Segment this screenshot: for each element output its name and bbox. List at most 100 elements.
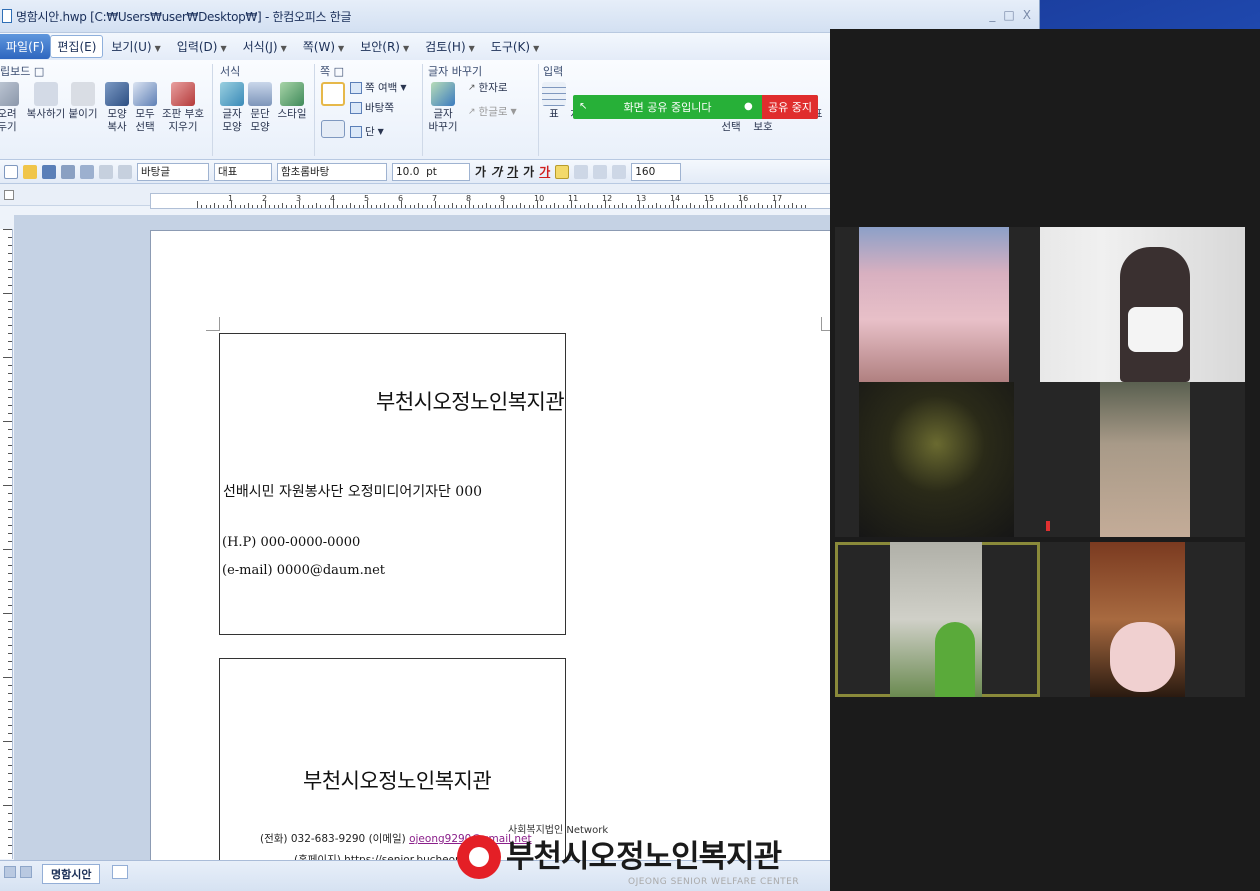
style-button[interactable]: 스타일 [274, 82, 310, 121]
horizontal-ruler[interactable]: 1 2 3 4 5 6 7 8 9 10 11 12 13 14 15 16 17 [150, 193, 840, 209]
vertical-ruler[interactable] [0, 229, 13, 862]
undo-icon[interactable] [99, 164, 113, 179]
ruler-tick [405, 205, 407, 208]
ruler-number: 2 [262, 194, 268, 203]
open-folder-icon[interactable] [23, 164, 37, 179]
participant-tile-6[interactable] [1040, 542, 1245, 697]
ruler-tick [379, 205, 381, 208]
char-shape-button[interactable]: 글자 모양 [217, 82, 247, 134]
line-spacing-combo[interactable]: 160 [631, 162, 682, 181]
ruler-number: 1 [228, 194, 234, 203]
new-tab-button[interactable] [112, 865, 128, 879]
page-margin-button[interactable]: 쪽 여백 ▼ [350, 80, 406, 95]
column-icon-button[interactable] [318, 120, 348, 138]
print-icon[interactable] [61, 164, 75, 179]
select-all-button[interactable]: 모두 선택 [130, 82, 160, 134]
menu-page[interactable]: 쪽(W) ▼ [295, 35, 352, 58]
close-button[interactable]: X [1023, 8, 1031, 22]
ruler-tick [8, 605, 12, 606]
column-layout-icon [321, 120, 345, 138]
document-tab[interactable]: 명함시안 [42, 864, 101, 884]
ruler-number: 15 [704, 194, 715, 203]
to-hanja-button[interactable]: ↗ 한자로 [468, 80, 508, 95]
cut-button[interactable]: 오려 두기 [0, 82, 22, 134]
align-justify-icon[interactable] [555, 164, 570, 179]
participant-tile-4[interactable] [1040, 382, 1245, 537]
font-size-value: 10.0 [396, 165, 420, 178]
shape-copy-button[interactable]: 모양 복사 [102, 82, 132, 134]
style-combo[interactable]: 바탕글 [137, 162, 209, 181]
ruler-tick [8, 309, 12, 310]
erase-marks-button[interactable]: 조판 부호 지우기 [160, 82, 206, 134]
ruler-tick [456, 205, 458, 208]
align-right-icon[interactable] [612, 164, 627, 179]
participant-tile-1[interactable] [835, 227, 1040, 382]
ruler-toggle-button[interactable] [4, 189, 14, 200]
align-center-icon[interactable] [593, 164, 608, 179]
ruler-tick [8, 405, 12, 406]
menu-view[interactable]: 보기(U) ▼ [103, 35, 168, 58]
char-shape-icon [220, 82, 244, 106]
background-page-button[interactable]: 바탕쪽 [350, 100, 394, 115]
align-left-icon[interactable] [574, 164, 589, 179]
font-combo[interactable]: 함초롬바탕 [277, 162, 387, 181]
stop-share-button[interactable]: 공유 중지 [762, 95, 818, 119]
maximize-button[interactable]: □ [1003, 8, 1014, 22]
ruler-tick [8, 821, 12, 822]
to-hangul-button[interactable]: ↗ 한글로 ▼ [468, 104, 517, 119]
menu-review[interactable]: 검토(H) ▼ [417, 35, 483, 58]
language-combo[interactable]: 대표 [214, 162, 272, 181]
ruler-tick [3, 677, 12, 678]
menu-tools[interactable]: 도구(K) ▼ [483, 35, 547, 58]
underline-button[interactable]: 가 [507, 163, 518, 180]
column-button[interactable]: 단 ▼ [350, 124, 384, 139]
prev-tab-button[interactable] [4, 866, 16, 878]
screen-share-banner: ↖ 화면 공유 중입니다 ● 공유 중지 [573, 95, 818, 119]
new-doc-icon[interactable] [4, 164, 18, 179]
menu-file[interactable]: 파일(F) [0, 34, 51, 59]
ruler-tick [413, 205, 415, 208]
participant-tile-3[interactable] [835, 382, 1040, 537]
table-button[interactable]: 표 [541, 82, 567, 121]
ruler-tick [345, 205, 347, 208]
font-color-button[interactable]: 가 [539, 163, 550, 180]
ruler-tick [447, 205, 449, 208]
watermark-org-name: 부천시오정노인복지관 [506, 839, 782, 875]
preview-icon[interactable] [80, 164, 94, 179]
business-card-1[interactable]: 부천시오정노인복지관 선배시민 자원봉사단 오정미디어기자단 000 (H.P)… [219, 333, 566, 635]
ruler-tick [681, 205, 683, 208]
save-icon[interactable] [42, 164, 56, 179]
ruler-tick [630, 205, 632, 208]
ruler-tick [651, 205, 653, 208]
menu-input[interactable]: 입력(D) ▼ [169, 35, 235, 58]
redo-icon[interactable] [118, 164, 132, 179]
ruler-tick [8, 317, 12, 318]
ruler-tick [8, 437, 12, 438]
ruler-tick [715, 205, 717, 208]
background-page-label: 바탕쪽 [365, 102, 394, 114]
bold-button[interactable]: 가 [475, 163, 486, 180]
ruler-tick [515, 205, 517, 208]
italic-button[interactable]: 가 [491, 163, 502, 180]
strike-button[interactable]: 가 [523, 163, 534, 180]
participant-tile-5[interactable] [835, 542, 1040, 697]
font-size-combo[interactable]: 10.0 pt [392, 162, 470, 181]
menu-format[interactable]: 서식(J) ▼ [235, 35, 295, 58]
para-shape-button[interactable]: 문단 모양 [245, 82, 275, 134]
ruler-tick [583, 205, 585, 208]
char-change-button[interactable]: 글자 바꾸기 [428, 82, 458, 134]
menu-security[interactable]: 보안(R) ▼ [352, 35, 417, 58]
page-layout-button[interactable] [318, 82, 348, 106]
ruler-tick [3, 357, 12, 358]
ruler-tick [549, 205, 551, 208]
ruler-number: 6 [398, 194, 404, 203]
copy-button[interactable]: 복사하기 [24, 82, 68, 121]
menu-edit[interactable]: 편집(E) [50, 35, 104, 58]
document-page[interactable]: 부천시오정노인복지관 선배시민 자원봉사단 오정미디어기자단 000 (H.P)… [150, 230, 850, 860]
next-tab-button[interactable] [20, 866, 32, 878]
minimize-button[interactable]: _ [989, 8, 995, 22]
ruler-tick [477, 205, 479, 208]
participant-tile-2[interactable] [1040, 227, 1245, 382]
group-insert-label: 입력 [543, 65, 564, 78]
paste-button[interactable]: 붙이기 [68, 82, 98, 121]
